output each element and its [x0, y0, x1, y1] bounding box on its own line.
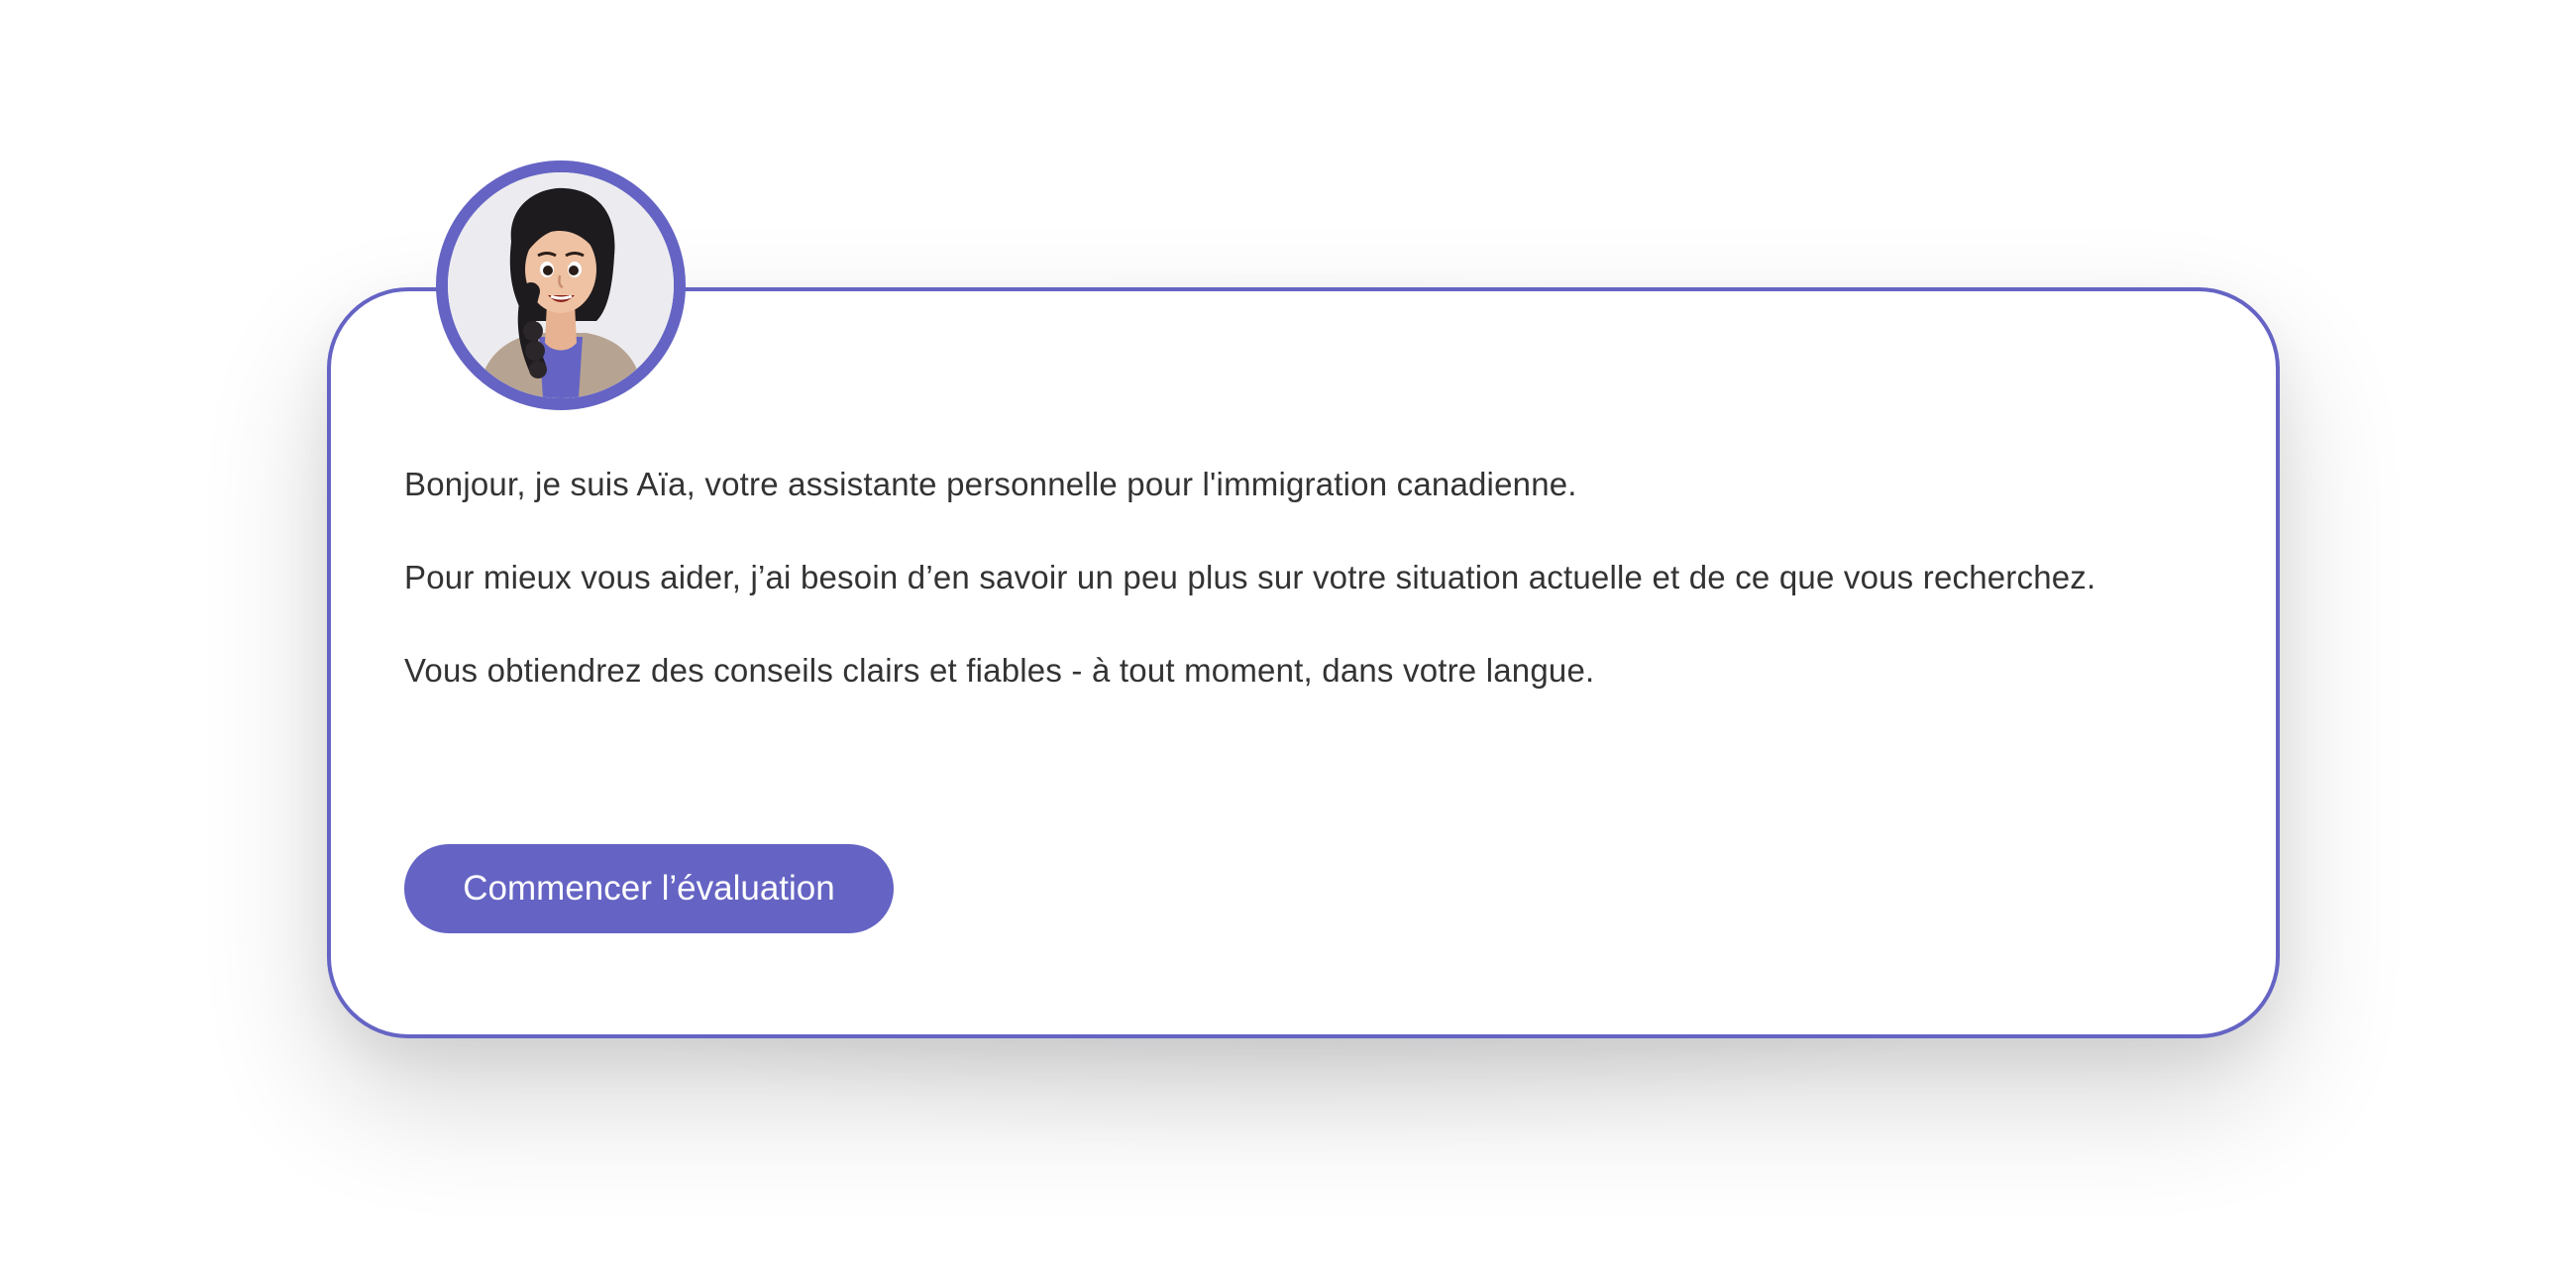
advice-promise-text: Vous obtiendrez des conseils clairs et f… — [404, 652, 1595, 689]
assistant-message: Bonjour, je suis Aïa, votre assistante p… — [404, 460, 2108, 739]
female-assistant-avatar-icon — [448, 172, 674, 398]
assistant-avatar — [436, 161, 686, 410]
greeting-text: Bonjour, je suis Aïa, votre assistante p… — [404, 466, 1577, 502]
assistant-message-card: Bonjour, je suis Aïa, votre assistante p… — [327, 287, 2280, 1038]
start-evaluation-button[interactable]: Commencer l’évaluation — [404, 844, 894, 933]
help-request-text: Pour mieux vous aider, j’ai besoin d’en … — [404, 559, 2096, 595]
